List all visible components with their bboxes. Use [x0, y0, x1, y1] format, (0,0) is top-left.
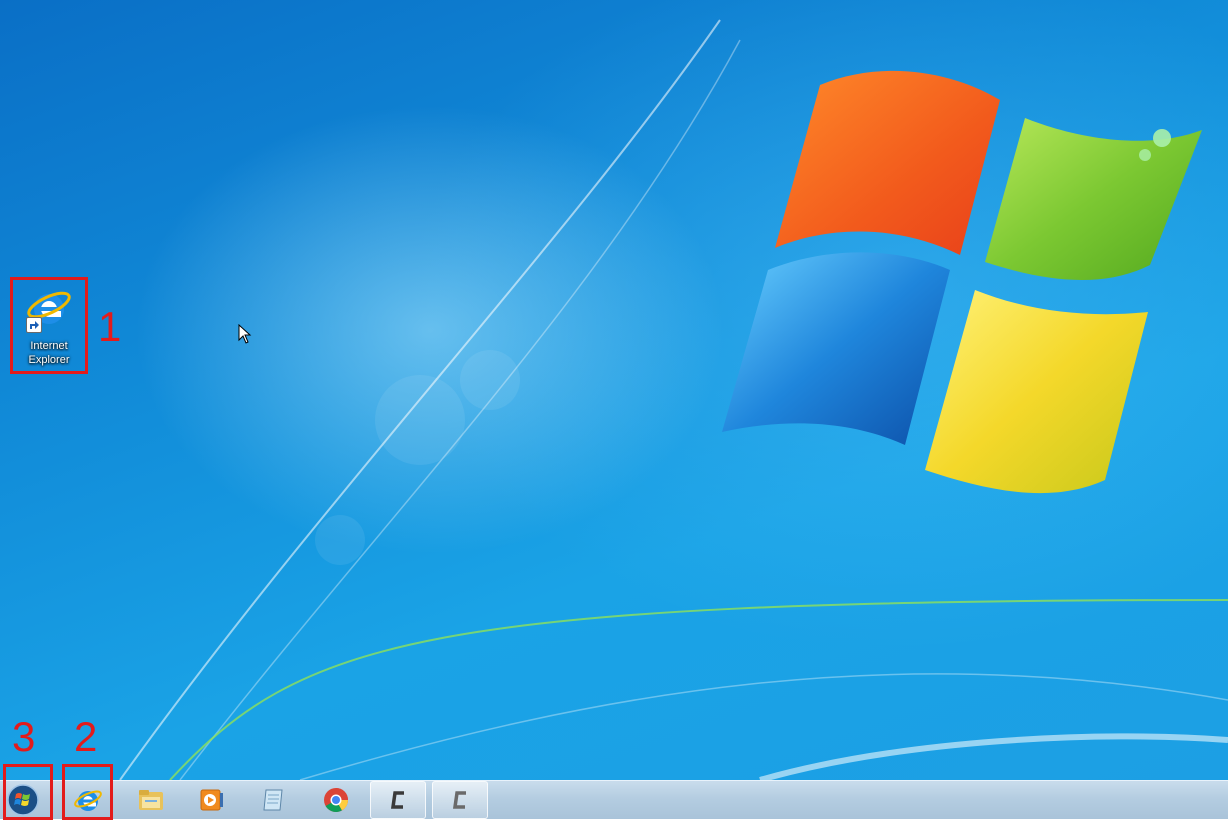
taskbar-notepad[interactable] [245, 781, 301, 819]
c-app-icon [390, 791, 404, 809]
mouse-cursor-icon [238, 324, 252, 344]
annotation-box-3 [3, 764, 53, 820]
folder-icon [139, 790, 163, 810]
c-app-icon [452, 791, 466, 809]
chrome-icon [324, 788, 348, 813]
taskbar-media-player[interactable] [183, 781, 239, 819]
annotation-box-2 [62, 764, 113, 820]
annotation-box-1 [10, 277, 88, 374]
notepad-icon [263, 789, 283, 811]
desktop[interactable]: Internet Explorer 1 3 2 [0, 0, 1228, 780]
taskbar-c-app-1[interactable] [370, 781, 426, 819]
taskbar-chrome[interactable] [308, 781, 364, 819]
taskbar-file-explorer[interactable] [123, 781, 179, 819]
annotation-number-2: 2 [74, 713, 98, 760]
taskbar [0, 764, 1228, 820]
taskbar-c-app-2[interactable] [432, 781, 488, 819]
annotation-number-3: 3 [12, 713, 36, 760]
annotation-number-1: 1 [98, 303, 122, 350]
wallpaper [119, 19, 1228, 780]
media-player-icon [200, 789, 223, 811]
